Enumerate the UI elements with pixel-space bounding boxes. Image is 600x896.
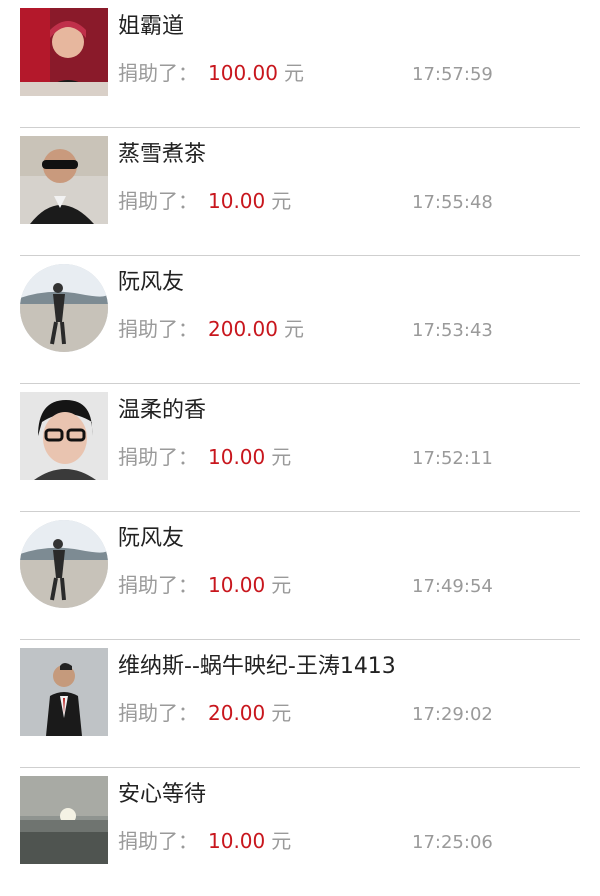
donation-time: 17:57:59 [412,64,493,85]
donation-time: 17:25:06 [412,832,493,853]
donation-info: 捐助了： 200.00 元 [118,314,304,344]
donation-row[interactable]: 阮风友 捐助了： 200.00 元 17:53:43 [0,256,600,384]
donation-info: 捐助了： 10.00 元 [118,826,291,856]
donor-name: 安心等待 [118,782,207,807]
currency-unit: 元 [271,445,292,469]
currency-unit: 元 [271,829,292,853]
donation-amount: 20.00 [208,701,266,725]
donation-row[interactable]: 姐霸道 捐助了： 100.00 元 17:57:59 [0,0,600,128]
avatar[interactable] [20,392,108,480]
donor-name: 阮风友 [118,270,185,295]
donation-info: 捐助了： 100.00 元 [118,58,304,88]
donation-time: 17:52:11 [412,448,493,469]
currency-unit: 元 [283,317,304,341]
donation-label: 捐助了： [118,317,198,341]
currency-unit: 元 [271,701,292,725]
donation-amount: 200.00 [208,317,278,341]
donation-row[interactable]: 维纳斯--蜗牛映纪-王涛1413 捐助了： 20.00 元 17:29:02 [0,640,600,768]
donation-time: 17:53:43 [412,320,493,341]
donor-name: 姐霸道 [118,14,185,39]
avatar-photo-icon [20,8,108,96]
donation-label: 捐助了： [118,189,198,213]
donor-name: 温柔的香 [118,398,207,423]
avatar[interactable] [20,136,108,224]
avatar[interactable] [20,648,108,736]
avatar-photo-icon [20,136,108,224]
donation-label: 捐助了： [118,61,198,85]
currency-unit: 元 [271,189,292,213]
avatar-photo-icon [20,520,108,608]
avatar-photo-icon [20,776,108,864]
avatar-photo-icon [20,264,108,352]
donation-label: 捐助了： [118,701,198,725]
donation-label: 捐助了： [118,573,198,597]
donation-amount: 10.00 [208,189,266,213]
donation-info: 捐助了： 10.00 元 [118,186,291,216]
donation-time: 17:49:54 [412,576,493,597]
donation-info: 捐助了： 10.00 元 [118,570,291,600]
donation-row[interactable]: 温柔的香 捐助了： 10.00 元 17:52:11 [0,384,600,512]
donation-label: 捐助了： [118,829,198,853]
donation-amount: 100.00 [208,61,278,85]
donor-name: 蒸雪煮茶 [118,142,207,167]
currency-unit: 元 [271,573,292,597]
donation-row[interactable]: 蒸雪煮茶 捐助了： 10.00 元 17:55:48 [0,128,600,256]
donation-label: 捐助了： [118,445,198,469]
avatar[interactable] [20,8,108,96]
donation-info: 捐助了： 20.00 元 [118,698,291,728]
donation-row[interactable]: 阮风友 捐助了： 10.00 元 17:49:54 [0,512,600,640]
donation-time: 17:55:48 [412,192,493,213]
avatar[interactable] [20,264,108,352]
donation-row[interactable]: 安心等待 捐助了： 10.00 元 17:25:06 [0,768,600,896]
donor-name: 维纳斯--蜗牛映纪-王涛1413 [118,654,396,679]
avatar-photo-icon [20,648,108,736]
donation-info: 捐助了： 10.00 元 [118,442,291,472]
avatar[interactable] [20,776,108,864]
donor-name: 阮风友 [118,526,185,551]
donation-amount: 10.00 [208,445,266,469]
donation-amount: 10.00 [208,573,266,597]
donation-amount: 10.00 [208,829,266,853]
donation-time: 17:29:02 [412,704,493,725]
avatar-photo-icon [20,392,108,480]
avatar[interactable] [20,520,108,608]
currency-unit: 元 [283,61,304,85]
